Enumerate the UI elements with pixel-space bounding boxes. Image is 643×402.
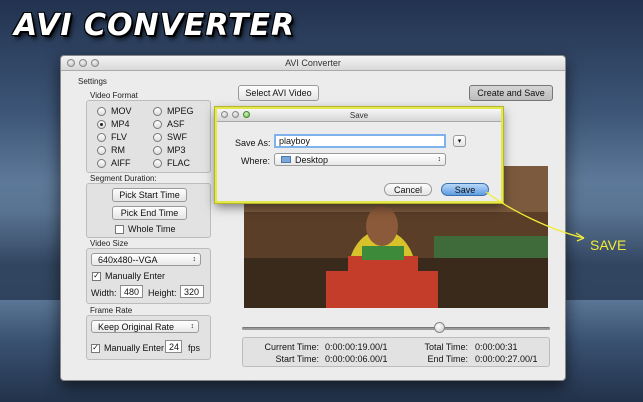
expand-dialog-button[interactable]: ▾	[453, 135, 466, 147]
folder-icon	[281, 156, 291, 163]
radio-mpeg[interactable]	[153, 106, 162, 116]
start-time-label: Start Time:	[275, 354, 319, 364]
minimize-icon[interactable]	[79, 59, 87, 67]
video-size-manual-checkbox[interactable]: ✓ Manually Enter	[92, 271, 165, 281]
time-info-panel: Current Time: 0:00:00:19.00/1 Start Time…	[242, 337, 550, 367]
radio-flv[interactable]	[97, 132, 106, 142]
segment-panel: Pick Start Time Pick End Time Whole Time	[86, 183, 211, 238]
frame-rate-label: Frame Rate	[90, 306, 133, 315]
promo-title: AVI CONVERTER	[14, 8, 296, 43]
save-annotation-label: SAVE	[590, 237, 627, 253]
dialog-zoom-icon[interactable]	[243, 111, 250, 118]
segment-duration-label: Segment Duration:	[90, 174, 157, 183]
radio-swf[interactable]	[153, 132, 162, 142]
timeline-slider-knob[interactable]	[434, 322, 446, 333]
save-dialog-titlebar: Save	[217, 109, 501, 122]
fps-label: fps	[188, 343, 201, 353]
format-option-swf[interactable]: SWF	[153, 132, 187, 142]
frame-rate-select[interactable]: Keep Original Rate ↕	[91, 320, 199, 333]
chevron-updown-icon: ↕	[192, 256, 197, 263]
width-label: Width:	[91, 288, 117, 298]
end-time-value: 0:00:00:27.00/1	[475, 354, 538, 364]
width-field[interactable]: 480	[120, 285, 143, 298]
fps-field[interactable]: 24	[165, 340, 182, 353]
height-field[interactable]: 320	[180, 285, 204, 298]
cancel-button[interactable]: Cancel	[384, 183, 432, 196]
video-size-select[interactable]: 640x480--VGA ↕	[91, 253, 201, 266]
where-label: Where:	[241, 156, 271, 166]
video-size-panel: 640x480--VGA ↕ ✓ Manually Enter Width: 48…	[86, 248, 211, 304]
video-size-manual-check[interactable]: ✓	[92, 271, 101, 281]
format-option-mpeg[interactable]: MPEG	[153, 106, 194, 116]
format-option-asf[interactable]: ASF	[153, 119, 185, 129]
save-dialog-title: Save	[349, 111, 369, 120]
end-time-label: End Time:	[427, 354, 468, 364]
video-size-label: Video Size	[90, 239, 129, 248]
filename-input[interactable]: playboy	[274, 134, 446, 148]
format-option-mov[interactable]: MOV	[97, 106, 132, 116]
timeline-slider-track[interactable]	[242, 327, 550, 330]
pick-start-time-button[interactable]: Pick Start Time	[112, 188, 187, 202]
chevron-updown-icon: ↕	[437, 156, 442, 163]
whole-time-checkbox[interactable]: Whole Time	[115, 224, 176, 234]
radio-mov[interactable]	[97, 106, 106, 116]
frame-rate-panel: Keep Original Rate ↕ ✓ Manually Enter 24 …	[86, 315, 211, 360]
start-time-value: 0:00:00:06.00/1	[325, 354, 388, 364]
current-time-label: Current Time:	[264, 342, 319, 352]
height-label: Height:	[148, 288, 177, 298]
radio-mp3[interactable]	[153, 145, 162, 155]
where-select[interactable]: Desktop ↕	[274, 153, 446, 166]
format-option-rm[interactable]: RM	[97, 145, 125, 155]
radio-aiff[interactable]	[97, 158, 106, 168]
video-format-panel: MOV MPEG MP4 ASF FLV SWF RM MP3 AIFF FLA…	[86, 100, 211, 173]
window-title: AVI Converter	[285, 58, 341, 68]
frame-rate-manual-check[interactable]: ✓	[91, 343, 100, 353]
save-as-label: Save As:	[235, 138, 271, 148]
total-time-value: 0:00:00:31	[475, 342, 518, 352]
dialog-minimize-icon[interactable]	[232, 111, 239, 118]
radio-mp4[interactable]	[97, 119, 106, 129]
radio-rm[interactable]	[97, 145, 106, 155]
create-and-save-button[interactable]: Create and Save	[469, 85, 553, 101]
radio-asf[interactable]	[153, 119, 162, 129]
chevron-updown-icon: ↕	[190, 323, 195, 330]
window-titlebar: AVI Converter	[61, 56, 565, 71]
format-option-mp3[interactable]: MP3	[153, 145, 186, 155]
chevron-down-icon: ▾	[457, 138, 462, 145]
format-option-mp4[interactable]: MP4	[97, 119, 130, 129]
format-option-aiff[interactable]: AIFF	[97, 158, 131, 168]
zoom-icon[interactable]	[91, 59, 99, 67]
close-icon[interactable]	[67, 59, 75, 67]
whole-time-check[interactable]	[115, 224, 124, 234]
pick-end-time-button[interactable]: Pick End Time	[112, 206, 187, 220]
radio-flac[interactable]	[153, 158, 162, 168]
frame-rate-manual-checkbox[interactable]: ✓ Manually Enter	[91, 343, 164, 353]
dialog-close-icon[interactable]	[221, 111, 228, 118]
format-option-flv[interactable]: FLV	[97, 132, 127, 142]
select-avi-video-button[interactable]: Select AVI Video	[238, 85, 319, 101]
current-time-value: 0:00:00:19.00/1	[325, 342, 388, 352]
format-option-flac[interactable]: FLAC	[153, 158, 190, 168]
settings-label: Settings	[78, 77, 107, 86]
annotation-arrow	[485, 191, 585, 242]
video-format-label: Video Format	[90, 91, 138, 100]
save-dialog: Save Save As: playboy ▾ Where: Desktop ↕…	[215, 107, 503, 203]
total-time-label: Total Time:	[424, 342, 468, 352]
